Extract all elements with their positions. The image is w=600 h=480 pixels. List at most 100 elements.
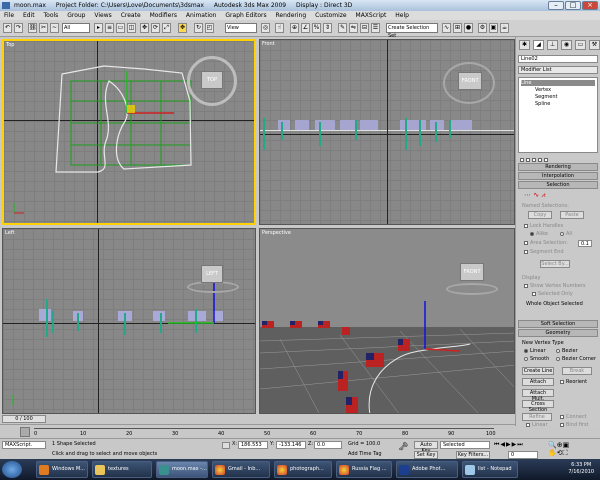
viewport-label-top[interactable]: Top [6,42,14,48]
linear-checkbox[interactable]: Linear [526,422,548,428]
stack-item-vertex[interactable]: Vertex [535,87,551,93]
select-and-rotate-icon[interactable]: ⟳ [151,23,160,33]
menu-maxscript[interactable]: MAXScript [356,12,387,19]
copy-button[interactable]: Copy [528,211,552,219]
viewport-top[interactable]: TOP Top [2,39,256,225]
rollout-interpolation[interactable]: Interpolation [518,172,598,180]
smooth-radio[interactable]: Smooth [524,356,549,362]
stack-item-spline[interactable]: Spline [535,101,550,107]
layer-manager-icon[interactable]: ☰ [371,23,380,33]
bezier-corner-radio[interactable]: Bezier Corner [556,356,596,362]
x-coordinate-field[interactable]: 186.553 [238,441,268,449]
menu-edit[interactable]: Edit [23,12,35,19]
named-selection-set-input[interactable]: Create Selection Set [386,23,438,39]
rollout-soft-selection[interactable]: Soft Selection [518,320,598,328]
display-tab-icon[interactable]: ▭ [575,40,586,50]
pin-stack-icon[interactable] [520,157,524,162]
select-and-scale-icon[interactable]: ⤢ [162,23,171,33]
lock-selection-icon[interactable] [222,442,230,449]
select-and-move-icon[interactable]: ✥ [140,23,149,33]
menu-tools[interactable]: Tools [44,12,59,19]
taskbar-item-russia-flag[interactable]: Russia Flag ... [336,461,392,478]
utilities-tab-icon[interactable]: ⚒ [589,40,600,50]
hierarchy-tab-icon[interactable]: ⊥ [547,40,558,50]
unlink-icon[interactable]: ✂ [39,23,48,33]
render-setup-icon[interactable]: ⚙ [478,23,487,33]
reference-coordinate-select[interactable]: View [225,23,257,33]
pivot-center-icon[interactable]: ◎ [261,23,270,33]
angle-snap-icon[interactable]: ∠ [301,23,310,33]
paste-button[interactable]: Paste [560,211,584,219]
viewcube[interactable]: FRONT [458,72,482,90]
pan-icon[interactable]: ✋ [548,449,557,457]
menu-group[interactable]: Group [67,12,85,19]
zoom-icon[interactable]: 🔍 [548,441,557,449]
quick-render-icon[interactable]: ☕ [500,23,509,33]
window-crossing-icon[interactable]: ◫ [127,23,136,33]
move-active-icon[interactable]: ✥ [178,23,187,33]
viewcube[interactable]: FRONT [460,263,484,281]
viewport-label-front[interactable]: Front [262,41,275,47]
set-key-button[interactable]: Set Key [414,451,438,459]
configure-sets-icon[interactable] [544,157,548,162]
modifier-list-dropdown[interactable]: Modifier List [518,66,598,74]
key-mode-select[interactable]: Selected [440,441,490,449]
viewcube[interactable]: LEFT [201,265,223,283]
menu-modifiers[interactable]: Modifiers [150,12,177,19]
redo-icon[interactable]: ↷ [14,23,23,33]
segment-end-checkbox[interactable]: Segment End [524,249,564,255]
minimize-button[interactable]: – [548,1,564,10]
area-selection-checkbox[interactable]: Area Selection: [524,240,568,246]
attach-mult-button[interactable]: Attach Mult. [522,389,554,402]
menu-views[interactable]: Views [94,12,111,19]
percent-snap-icon[interactable]: % [312,23,321,33]
viewcube[interactable]: TOP [201,71,223,89]
zoom-extents-icon[interactable]: ▣ [563,441,570,449]
subobject-level-icons[interactable]: ⋯ ∿ ⩘ [524,192,594,200]
edit-named-selection-icon[interactable]: ✎ [338,23,347,33]
attach-button[interactable]: Attach [522,378,554,386]
taskbar-item-photoshop[interactable]: Adobe Phot... [396,461,458,478]
area-selection-spinner[interactable]: 0.1 [578,240,592,247]
taskbar-item-photograph[interactable]: photograph... [274,461,332,478]
material-editor-icon[interactable]: ● [464,23,473,33]
menu-rendering[interactable]: Rendering [276,12,307,19]
undo-icon[interactable]: ↶ [3,23,12,33]
track-bar[interactable]: 0 10 20 30 40 50 60 70 80 90 100 [0,424,515,438]
select-object-icon[interactable]: ▸ [94,23,103,33]
time-slider-knob[interactable]: 0 / 100 [2,415,46,423]
y-coordinate-field[interactable]: -133.146 [276,441,306,449]
app-icon[interactable] [2,2,10,9]
menu-file[interactable]: File [4,12,14,19]
all-radio[interactable]: All [560,231,572,237]
viewcube-ring[interactable] [446,283,498,295]
reorient-checkbox[interactable]: Reorient [560,379,587,385]
viewport-perspective[interactable]: FRONT Perspective [259,228,515,414]
lock-handles-checkbox[interactable]: Lock Handles [524,223,563,229]
menu-animation[interactable]: Animation [186,12,217,19]
key-icon[interactable]: 🗝 [398,443,408,451]
rollout-geometry[interactable]: Geometry [518,329,598,337]
maxscript-listener[interactable]: MAXScript. [2,441,46,449]
select-by-button[interactable]: Select By... [540,260,570,268]
viewport-label-perspective[interactable]: Perspective [262,230,291,236]
object-name-field[interactable]: Line02 [518,55,598,63]
z-coordinate-field[interactable]: 0.0 [314,441,342,449]
connect-checkbox[interactable]: Connect [560,414,587,420]
current-frame-field[interactable]: 0 [508,451,538,459]
selected-only-checkbox[interactable]: Selected Only [532,291,573,297]
spinner-snap-icon[interactable]: ⇕ [323,23,332,33]
taskbar-item-notepad[interactable]: list - Notepad [462,461,518,478]
create-line-button[interactable]: Create Line [522,367,554,375]
auto-key-button[interactable]: Auto Key [414,441,438,454]
selection-filter-select[interactable]: All [62,23,90,33]
show-vertex-numbers-checkbox[interactable]: Show Vertex Numbers [524,283,585,289]
alike-radio[interactable]: Alike [530,231,548,237]
curve-editor-icon[interactable]: ∿ [442,23,451,33]
mini-curve-editor-icon[interactable] [20,427,30,437]
viewport-front[interactable]: FRONT Front [259,39,515,225]
cross-section-button[interactable]: Cross Section [522,400,554,413]
scale-icon[interactable]: ◰ [205,23,214,33]
align-icon[interactable]: ⊟ [360,23,369,33]
bind-first-checkbox[interactable]: Bind first [560,422,589,428]
